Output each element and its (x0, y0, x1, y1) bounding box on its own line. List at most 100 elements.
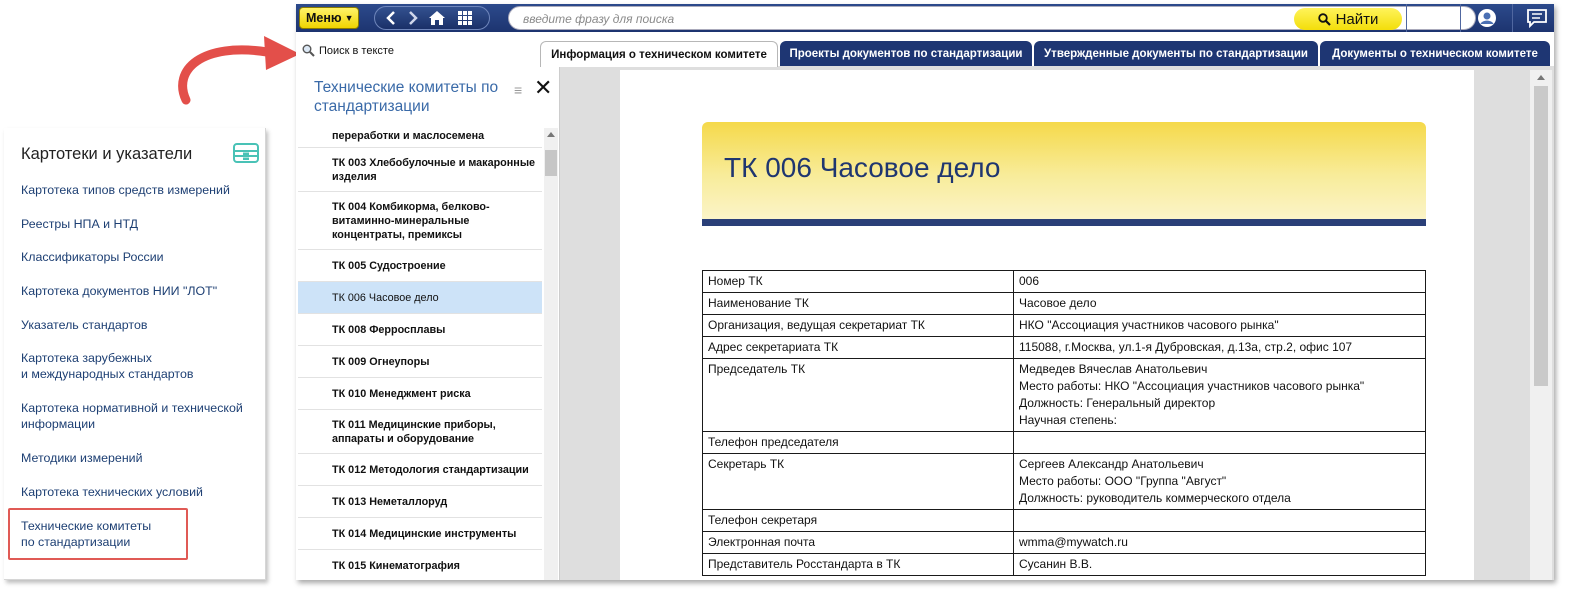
index-item[interactable]: Картотека зарубежных и международных ста… (21, 350, 193, 382)
info-table-row: Секретарь ТК Сергеев Александр Анатольеви… (702, 453, 1426, 510)
user-account-icon[interactable] (1474, 8, 1500, 28)
index-item[interactable]: Картотека типов средств измерений (21, 182, 230, 198)
tab-draft-documents[interactable]: Проекты документов по стандартизации (780, 41, 1032, 67)
nav-group (374, 6, 490, 30)
info-key: Адрес секретариата ТК (702, 336, 1014, 359)
list-panel-title: Технические комитеты по стандартизации (314, 79, 499, 115)
close-icon[interactable]: ✕ (534, 75, 552, 101)
info-value: Часовое дело (1013, 292, 1426, 315)
info-table-row: Представитель Росстандарта в ТК Сусанин В… (702, 553, 1426, 576)
archive-tray-icon (233, 143, 259, 163)
index-item[interactable]: Классификаторы России (21, 249, 164, 265)
index-item[interactable]: Картотека нормативной и технической инфо… (21, 400, 256, 432)
toolbar-divider (1406, 4, 1407, 32)
index-item[interactable]: Картотека технических условий (21, 484, 203, 500)
back-icon[interactable] (381, 9, 401, 27)
document-banner: ТК 006 Часовое дело (702, 122, 1426, 226)
list-item[interactable]: ТК 015 Кинематография (298, 550, 542, 580)
info-value: 006 (1013, 270, 1426, 293)
highlight-box (8, 508, 188, 560)
list-item[interactable]: ТК 012 Методология стандартизации (298, 454, 542, 486)
list-item[interactable]: ТК 004 Комбикорма, белково-витаминно-мин… (298, 192, 542, 250)
info-key: Организация, ведущая секретариат ТК (702, 314, 1014, 337)
info-key: Секретарь ТК (702, 453, 1014, 510)
list-item[interactable]: переработки и маслосемена (298, 128, 542, 148)
scroll-up-arrow-icon[interactable] (547, 132, 555, 137)
info-value (1013, 509, 1426, 532)
search-icon (1317, 12, 1331, 26)
list-item[interactable]: ТК 010 Менеджмент риска (298, 378, 542, 410)
find-button[interactable]: Найти (1294, 8, 1402, 30)
menu-button[interactable]: Меню ▼ (299, 7, 359, 29)
list-item[interactable]: ТК 005 Судостроение (298, 250, 542, 282)
info-value: Сергеев Александр Анатольевич Место рабо… (1013, 453, 1426, 510)
list-item[interactable]: ТК 009 Огнеупоры (298, 346, 542, 378)
toolbar-divider (1512, 4, 1513, 32)
grid-icon[interactable] (455, 9, 475, 27)
tab-label: Проекты документов по стандартизации (789, 48, 1023, 60)
scrollbar-thumb[interactable] (545, 150, 557, 176)
info-key: Телефон секретаря (702, 509, 1014, 532)
info-key: Электронная почта (702, 531, 1014, 554)
committee-info-table: Номер ТК 006 Наименование ТК Часовое дело Ор… (702, 270, 1426, 576)
index-item[interactable]: Реестры НПА и НТД (21, 216, 138, 232)
list-scrollbar[interactable] (544, 128, 558, 580)
search-input[interactable] (523, 11, 1283, 27)
feedback-message-icon[interactable] (1524, 8, 1550, 28)
info-value: Сусанин В.В. (1013, 553, 1426, 576)
caret-down-icon: ▼ (344, 13, 354, 23)
toolbar-divider (1460, 4, 1461, 32)
info-table-row: Организация, ведущая секретариат ТК НКО "… (702, 314, 1426, 337)
info-value: Медведев Вячеслав Анатольевич Место рабо… (1013, 358, 1426, 432)
tab-committee-documents[interactable]: Документы о техническом комитете (1320, 41, 1550, 67)
forward-icon[interactable] (403, 9, 423, 27)
tab-approved-documents[interactable]: Утвержденные документы по стандартизации (1034, 41, 1318, 67)
find-button-label: Найти (1335, 10, 1379, 28)
document-area: ТК 006 Часовое дело Номер ТК 006 Наименова… (560, 66, 1554, 580)
scrollbar-thumb[interactable] (1534, 86, 1548, 386)
committees-list-panel: Технические комитеты по стандартизации ≡… (296, 66, 560, 580)
info-table-row: Телефон секретаря (702, 509, 1426, 532)
menu-button-label: Меню (306, 11, 342, 25)
info-key: Номер ТК (702, 270, 1014, 293)
home-icon[interactable] (427, 9, 447, 27)
top-toolbar: Меню ▼ введите фразу для поиска Найти (296, 4, 1554, 32)
committees-list: переработки и маслосемена ТК 003 Хлебобу… (298, 128, 542, 580)
info-key: Наименование ТК (702, 292, 1014, 315)
magnifier-icon (302, 44, 315, 57)
document-title: ТК 006 Часовое дело (724, 152, 1001, 183)
document-scrollbar[interactable] (1530, 70, 1552, 580)
index-item[interactable]: Методики измерений (21, 450, 143, 466)
scroll-up-arrow-icon[interactable] (1537, 75, 1545, 80)
list-item-selected[interactable]: ТК 006 Часовое дело (298, 282, 542, 314)
list-item[interactable]: ТК 014 Медицинские инструменты (298, 518, 542, 550)
tab-committee-info[interactable]: Информация о техническом комитете (540, 41, 778, 67)
info-value: 115088, г.Москва, ул.1-я Дубровская, д.1… (1013, 336, 1426, 359)
tab-label: Документы о техническом комитете (1332, 48, 1538, 60)
info-table-row: Номер ТК 006 (702, 270, 1426, 293)
tab-label: Информация о техническом комитете (551, 48, 767, 61)
tab-label: Утвержденные документы по стандартизации (1044, 48, 1308, 60)
info-value: wmma@mywatch.ru (1013, 531, 1426, 554)
list-options-icon[interactable]: ≡ (514, 82, 522, 98)
hamburger-menu-icon[interactable] (1422, 8, 1448, 28)
index-item[interactable]: Указатель стандартов (21, 317, 147, 333)
list-item[interactable]: ТК 008 Ферросплавы (298, 314, 542, 346)
info-key: Телефон председателя (702, 431, 1014, 454)
info-table-row: Телефон председателя (702, 431, 1426, 454)
info-table-row: Адрес секретариата ТК 115088, г.Москва, у… (702, 336, 1426, 359)
list-item[interactable]: ТК 003 Хлебобулочные и макаронные издели… (298, 148, 542, 192)
info-table-row: Электронная почта wmma@mywatch.ru (702, 531, 1426, 554)
search-in-text-link[interactable]: Поиск в тексте (302, 44, 394, 57)
info-key: Представитель Росстандарта в ТК (702, 553, 1014, 576)
index-panel-title: Картотеки и указатели (21, 145, 193, 163)
info-table-row: Наименование ТК Часовое дело (702, 292, 1426, 315)
info-key: Председатель ТК (702, 358, 1014, 432)
red-arrow-icon (178, 36, 300, 105)
tabs-row: Поиск в тексте Информация о техническом … (296, 32, 1554, 67)
info-table-row: Председатель ТК Медведев Вячеслав Анатоль… (702, 358, 1426, 432)
search-in-text-label: Поиск в тексте (319, 44, 394, 57)
index-item[interactable]: Картотека документов НИИ "ЛОТ" (21, 283, 217, 299)
list-item[interactable]: ТК 011 Медицинские приборы, аппараты и о… (298, 410, 542, 454)
list-item[interactable]: ТК 013 Неметаллоруд (298, 486, 542, 518)
